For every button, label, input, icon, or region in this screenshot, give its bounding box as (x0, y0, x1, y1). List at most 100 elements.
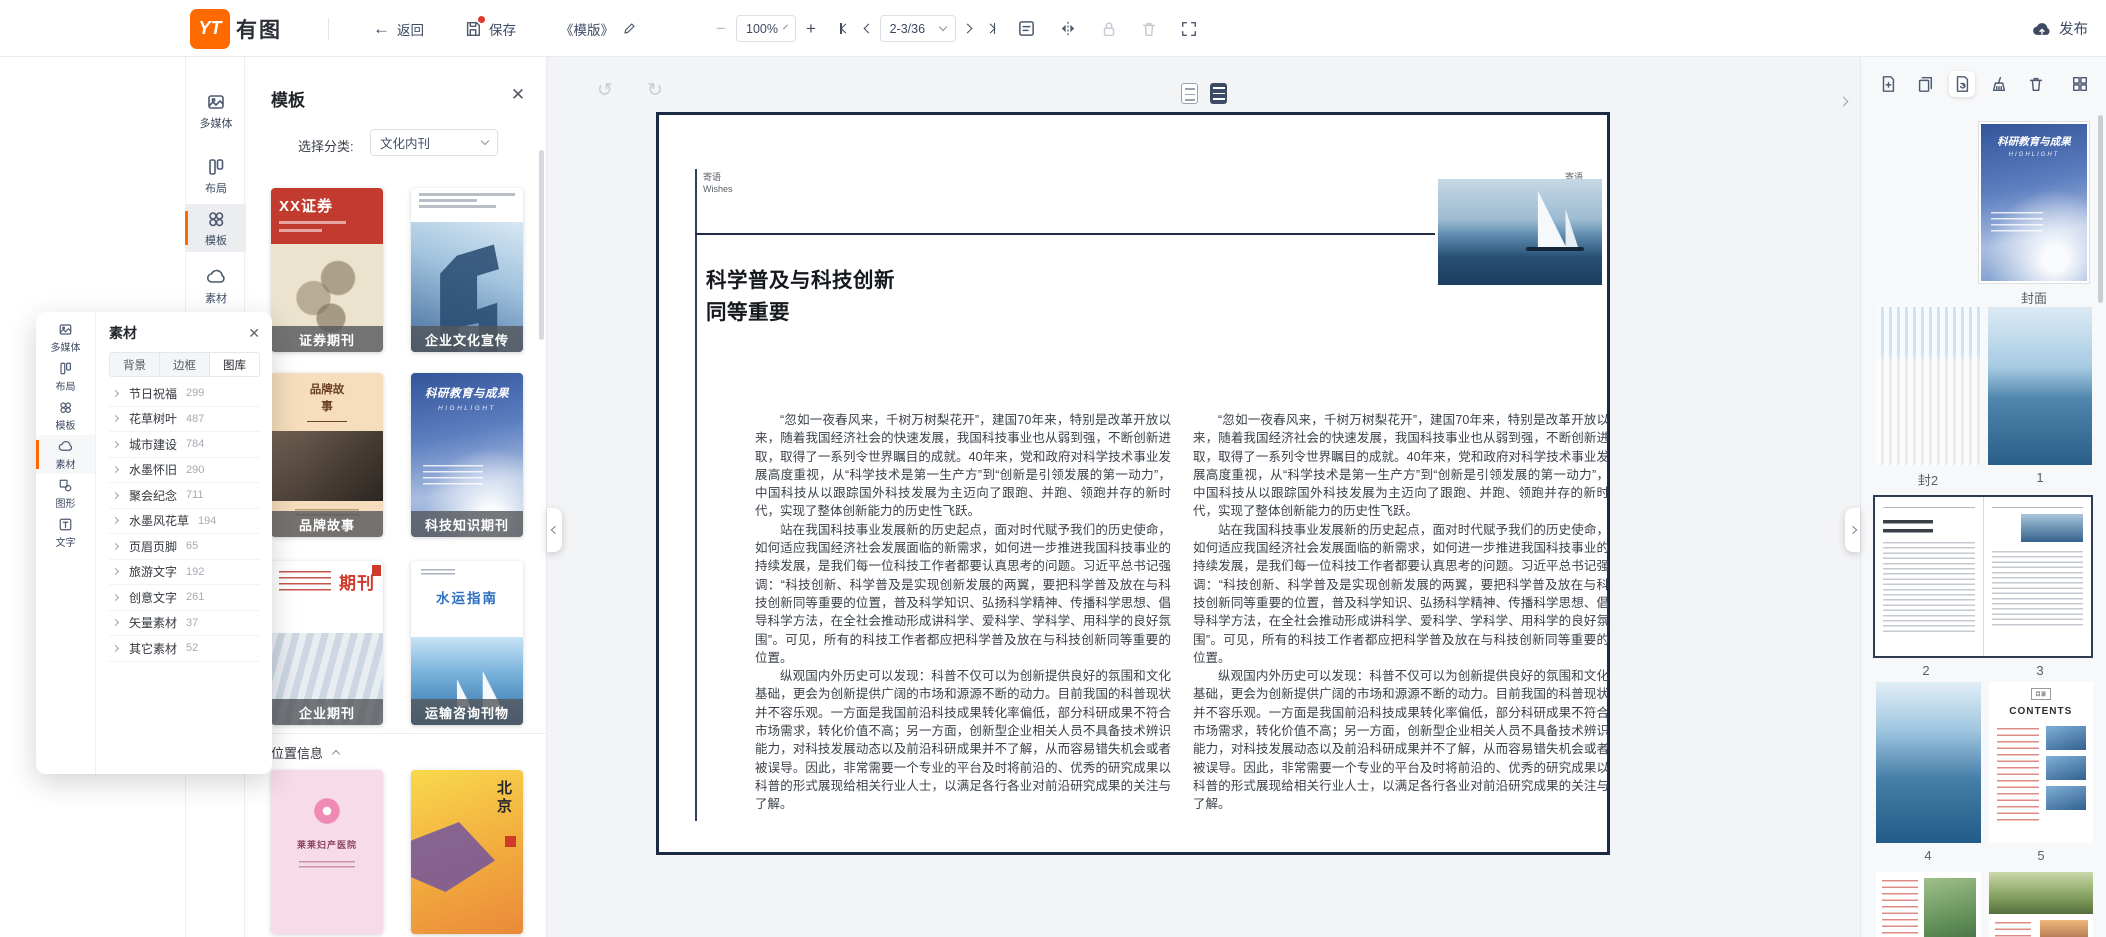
last-page-button[interactable] (987, 23, 996, 34)
asset-category-row[interactable]: 创意文字261 (109, 585, 260, 611)
asset-category-row[interactable]: 聚会纪念711 (109, 483, 260, 509)
template-card-enterprise-journal[interactable]: 期刊 企业期刊 (271, 561, 383, 725)
asset-category-row[interactable]: 页眉页脚65 (109, 534, 260, 560)
pages-panel-scrollbar[interactable] (2098, 115, 2103, 303)
article-title[interactable]: 科学普及与科技创新 同等重要 (706, 265, 895, 329)
first-page-button[interactable] (840, 23, 849, 34)
assets-panel-title: 素材 (109, 323, 137, 343)
close-icon[interactable]: ✕ (508, 85, 528, 105)
sidebar-item-assets[interactable]: 素材 (186, 262, 246, 310)
category-select[interactable]: 文化内刊 (370, 129, 498, 156)
publish-button[interactable]: 发布 (2032, 0, 2088, 57)
asset-category-name: 旅游文字 (129, 563, 177, 580)
page-pair-2-3-selected[interactable] (1873, 495, 2093, 658)
template-panel-scrollbar[interactable] (539, 150, 544, 340)
page-pair-4-5[interactable]: 目录 CONTENTS (1876, 682, 2093, 843)
tab-gallery[interactable]: 图库 (210, 353, 259, 376)
sidebar-item-template[interactable]: 模板 (186, 204, 246, 252)
template-card-brand-story[interactable]: 品牌故事 品牌故事 (271, 373, 383, 537)
edit-pencil-icon[interactable] (622, 21, 637, 36)
sidebar-item-multimedia[interactable]: 多媒体 (186, 87, 246, 135)
collapse-left-panel-tab[interactable] (547, 508, 562, 552)
zoom-select[interactable]: 100% (736, 15, 796, 42)
mirror-page-icon[interactable] (1058, 19, 1078, 38)
fullscreen-icon[interactable] (1180, 20, 1198, 38)
tab-background[interactable]: 背景 (110, 353, 160, 376)
toolbar-divider (328, 18, 329, 40)
asset-category-row[interactable]: 节日祝福299 (109, 381, 260, 407)
zoom-in-button[interactable]: + (802, 19, 820, 39)
clear-page-icon[interactable] (1986, 71, 2012, 97)
pages-toolbar (1875, 69, 2093, 99)
spread-view-icon[interactable] (1210, 83, 1227, 104)
duplicate-page-icon[interactable] (1912, 71, 1938, 97)
back-button[interactable]: ← 返回 (373, 19, 424, 39)
position-info-toggle[interactable]: 位置信息 (246, 733, 547, 770)
redo-icon[interactable]: ↻ (647, 79, 663, 102)
document-spread[interactable]: 寄语 Wishes 寄语 Wishes 科学普及与科技创新 同等重要 “忽如一夜… (656, 112, 1610, 855)
page-pair-fu2-1[interactable] (1876, 307, 2092, 465)
collapse-right-panel-tab[interactable] (1845, 508, 1860, 552)
asset-category-row[interactable]: 旅游文字192 (109, 560, 260, 586)
sidebar-item-label: 模板 (205, 232, 227, 248)
page-thumb-4[interactable] (1876, 682, 1981, 843)
page-thumb-7[interactable] (1989, 872, 2094, 937)
mini-sidebar-layout[interactable]: 布局 (36, 357, 95, 396)
asset-category-row[interactable]: 水墨怀旧290 (109, 458, 260, 484)
prev-page-button[interactable] (865, 25, 872, 32)
next-page-button[interactable] (964, 25, 971, 32)
shapes-icon (58, 478, 73, 493)
tab-border[interactable]: 边框 (160, 353, 210, 376)
asset-category-count: 65 (186, 540, 198, 552)
asset-category-row[interactable]: 花草树叶487 (109, 407, 260, 433)
template-card-securities[interactable]: XX证券 证券期刊 (271, 188, 383, 352)
template-card-beijing[interactable]: 北京 (411, 770, 523, 934)
replace-page-icon[interactable] (1949, 71, 1975, 97)
paragraph: 纵观国内外历史可以发现：科普不仅可以为创新提供良好的氛围和文化基础，更会为创新提… (1193, 667, 1609, 813)
template-card-corporate-culture[interactable]: 企业文化宣传 (411, 188, 523, 352)
asset-category-row[interactable]: 其它素材52 (109, 636, 260, 662)
template-card-transport-journal[interactable]: 水运指南 运输咨询刊物 (411, 561, 523, 725)
page-thumb-2[interactable] (1875, 497, 1983, 656)
page-pair-6-7[interactable] (1876, 872, 2093, 937)
grid-view-icon[interactable] (2067, 71, 2093, 97)
lock-icon[interactable] (1100, 20, 1118, 38)
page-thumb-3[interactable] (1984, 497, 2092, 656)
page-thumb-cover[interactable]: 科研教育与成果 HIGHLIGHT (1979, 122, 2089, 283)
text-column-right[interactable]: “忽如一夜春风来，千树万树梨花开”，建国70年来，特别是改革开放以来，随着我国经… (1193, 411, 1609, 814)
delete-icon[interactable] (1140, 20, 1158, 38)
expand-right-panel-icon[interactable] (1840, 92, 1847, 110)
page-thumb-6[interactable] (1876, 872, 1981, 937)
cloud-icon (58, 439, 73, 454)
template-card-tech-journal[interactable]: 科研教育与成果 HIGHLIGHT 科技知识期刊 (411, 373, 523, 537)
asset-category-row[interactable]: 矢量素材37 (109, 611, 260, 637)
page-setup-icon[interactable] (1017, 19, 1036, 38)
sidebar-item-layout[interactable]: 布局 (186, 152, 246, 200)
mini-sidebar-shapes[interactable]: 图形 (36, 474, 95, 513)
template-card-hospital[interactable]: 莱莱妇产医院 (271, 770, 383, 934)
template-icon (206, 209, 226, 229)
sailboat-photo[interactable] (1438, 179, 1602, 285)
page-header-left: 寄语 Wishes (703, 171, 733, 195)
back-label: 返回 (397, 19, 424, 39)
mini-sidebar-multimedia[interactable]: 多媒体 (36, 318, 95, 357)
asset-category-row[interactable]: 城市建设784 (109, 432, 260, 458)
delete-page-icon[interactable] (2023, 71, 2049, 97)
single-page-view-icon[interactable] (1181, 83, 1198, 104)
mini-sidebar-text[interactable]: 文字 (36, 513, 95, 552)
close-icon[interactable]: ✕ (248, 325, 260, 342)
save-button[interactable]: 保存 (464, 19, 516, 39)
mini-sidebar-template[interactable]: 模板 (36, 396, 95, 435)
text-column-left[interactable]: “忽如一夜春风来，千树万树梨花开”，建国70年来，特别是改革开放以来，随着我国经… (755, 411, 1171, 814)
add-page-icon[interactable] (1875, 71, 1901, 97)
page-thumb-fu2[interactable] (1876, 307, 1981, 465)
page-thumb-1[interactable] (1988, 307, 2093, 465)
undo-icon[interactable]: ↺ (597, 79, 613, 102)
zoom-out-button[interactable]: − (712, 19, 730, 39)
asset-category-row[interactable]: 水墨风花草194 (109, 509, 260, 535)
app-logo[interactable]: YT (190, 9, 230, 49)
chevron-right-icon (112, 517, 119, 524)
mini-sidebar-assets[interactable]: 素材 (36, 435, 95, 474)
page-thumb-5[interactable]: 目录 CONTENTS (1989, 682, 2094, 843)
page-indicator-select[interactable]: 2-3/36 (880, 15, 956, 42)
